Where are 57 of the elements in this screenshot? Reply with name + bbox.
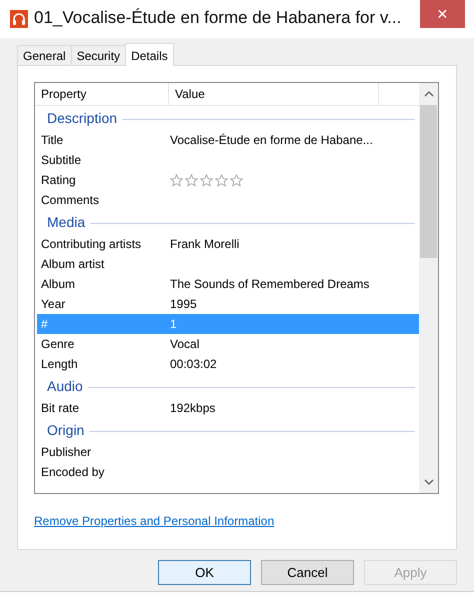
property-value: 192kbps	[170, 401, 216, 415]
property-name: Publisher	[40, 445, 92, 459]
property-row[interactable]: Rating	[37, 170, 419, 190]
column-header[interactable]: Value	[169, 83, 379, 105]
property-name: Comments	[40, 193, 100, 207]
property-name: Rating	[40, 173, 77, 187]
property-name: Album artist	[40, 257, 106, 271]
property-name: Encoded by	[40, 465, 106, 479]
property-value: Vocalise-Étude en forme de Habane...	[170, 133, 373, 147]
property-name: Subtitle	[40, 153, 82, 167]
window-title: 01_Vocalise-Étude en forme de Habanera for v...	[34, 8, 402, 28]
property-value: 00:03:02	[170, 357, 217, 371]
tab[interactable]: General	[17, 45, 72, 65]
property-row[interactable]: Album artist	[37, 254, 419, 274]
property-name: Title	[40, 133, 64, 147]
property-value: 1995	[170, 297, 197, 311]
property-row[interactable]: Contributing artists Frank Morelli	[37, 234, 419, 254]
property-row[interactable]: Genre Vocal	[37, 334, 419, 354]
star-icon[interactable]	[170, 174, 183, 186]
property-value: Vocal	[170, 337, 200, 351]
property-name: Year	[40, 297, 66, 311]
star-icon[interactable]	[215, 174, 228, 186]
property-row[interactable]: Title Vocalise-Étude en forme de Habane...	[37, 130, 419, 150]
property-value: Frank Morelli	[170, 237, 240, 251]
star-icon[interactable]	[185, 174, 198, 186]
remove-properties-link[interactable]: Remove Properties and Personal Information	[34, 514, 274, 528]
property-name: Album	[40, 277, 76, 291]
scrollbar-thumb[interactable]	[420, 105, 437, 258]
property-name: Contributing artists	[40, 237, 142, 251]
scrollbar[interactable]	[419, 83, 438, 493]
property-value: The Sounds of Remembered Dreams	[170, 277, 370, 291]
dialog-button[interactable]: OK	[158, 560, 251, 585]
property-name: #	[40, 317, 49, 331]
tab[interactable]: Details	[125, 43, 174, 66]
property-row[interactable]: Album The Sounds of Remembered Dreams	[37, 274, 419, 294]
section-heading: Media	[47, 214, 86, 230]
column-header[interactable]: Property	[35, 83, 169, 105]
property-name: Length	[40, 357, 79, 371]
property-row[interactable]: Subtitle	[37, 150, 419, 170]
close-button[interactable]: ✕	[420, 0, 465, 28]
property-row[interactable]: Comments	[37, 190, 419, 210]
tab[interactable]: Security	[70, 45, 126, 65]
section-heading: Description	[47, 110, 118, 126]
headphones-icon	[10, 10, 28, 28]
dialog-button[interactable]: Cancel	[261, 560, 354, 585]
star-icon[interactable]	[230, 174, 243, 186]
property-row[interactable]: Year 1995	[37, 294, 419, 314]
property-row[interactable]: Encoded by	[37, 462, 419, 482]
property-name: Bit rate	[40, 401, 80, 415]
section-heading: Audio	[47, 378, 83, 394]
property-name: Genre	[40, 337, 76, 351]
property-row[interactable]: Publisher	[37, 442, 419, 462]
property-value: 1	[170, 317, 177, 331]
property-row[interactable]: Bit rate 192kbps	[37, 398, 419, 418]
section-heading: Origin	[47, 422, 84, 438]
property-row[interactable]: Length 00:03:02	[37, 354, 419, 374]
star-icon[interactable]	[200, 174, 213, 186]
